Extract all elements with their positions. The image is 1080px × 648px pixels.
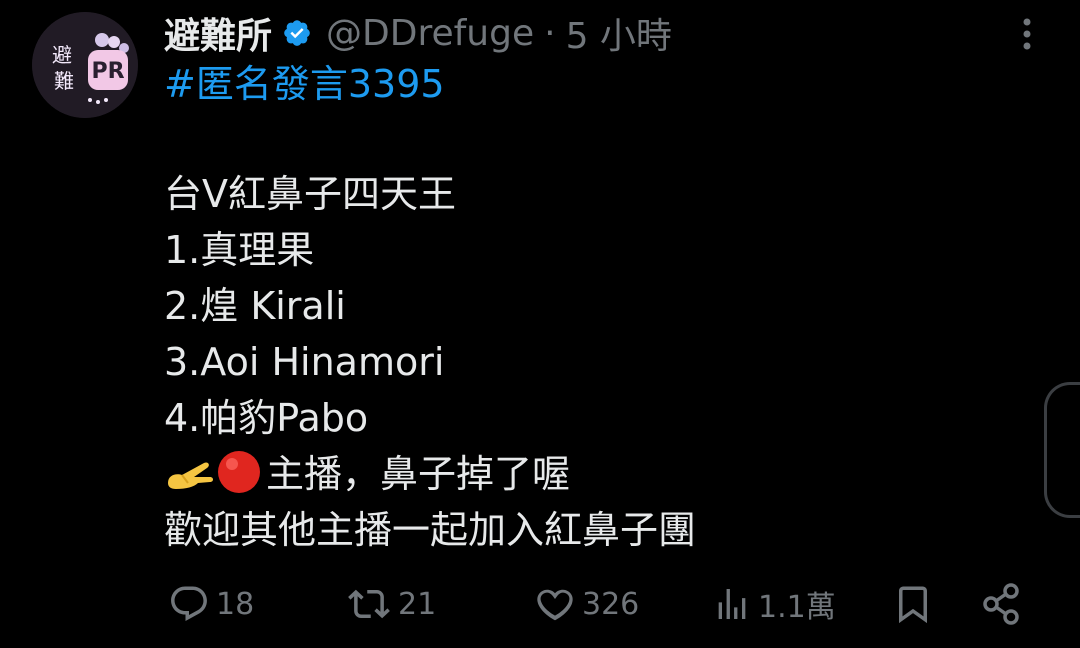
tweet-line-2: 1.真理果 — [164, 228, 315, 272]
like-button[interactable]: 326 — [534, 575, 639, 633]
heart-icon — [534, 583, 576, 625]
tweet-action-bar: 18 21 326 1.1萬 — [0, 575, 1080, 633]
edge-panel-handle[interactable] — [1044, 382, 1080, 518]
tweet-text: 台V紅鼻子四天王 1.真理果 2.煌 Kirali 3.Aoi Hinamori… — [164, 166, 696, 558]
avatar-letters: PR — [91, 59, 124, 84]
tweet-line-3: 2.煌 Kirali — [164, 284, 346, 328]
views-chart-icon — [712, 583, 752, 625]
separator-dot: · — [544, 12, 556, 54]
retweet-button[interactable]: 21 — [346, 575, 436, 633]
tweet-header: 避難所 @DDrefuge · 5 小時 — [164, 8, 672, 58]
pointing-hand-emoji-icon — [164, 452, 216, 492]
verified-badge-icon — [282, 18, 312, 48]
bookmark-icon — [892, 582, 934, 626]
display-name[interactable]: 避難所 — [164, 7, 272, 59]
tweet-line-6: 主播，鼻子掉了喔 — [164, 446, 696, 502]
red-circle-emoji-icon — [216, 449, 262, 495]
views-count: 1.1萬 — [758, 590, 836, 625]
views-button[interactable]: 1.1萬 — [712, 575, 836, 633]
reply-count: 18 — [216, 586, 255, 622]
share-button[interactable] — [980, 575, 1022, 633]
like-count: 326 — [582, 586, 640, 622]
tweet-line-1: 台V紅鼻子四天王 — [164, 172, 456, 216]
retweet-count: 21 — [398, 586, 437, 622]
reply-icon — [168, 583, 210, 625]
retweet-icon — [346, 583, 392, 625]
avatar[interactable]: PR 避 難 — [32, 12, 138, 118]
timestamp[interactable]: 5 小時 — [566, 7, 672, 59]
hashtag-link[interactable]: #匿名發言3395 — [164, 58, 445, 110]
tweet-line-7: 歡迎其他主播一起加入紅鼻子團 — [164, 508, 697, 552]
reply-button[interactable]: 18 — [168, 575, 254, 633]
tweet-line-5: 4.帕豹Pabo — [164, 396, 369, 440]
more-vertical-icon[interactable] — [1012, 14, 1042, 54]
avatar-char-1: 避 — [52, 43, 72, 67]
bookmark-button[interactable] — [892, 575, 934, 633]
user-handle[interactable]: @DDrefuge — [326, 13, 534, 54]
avatar-char-2: 難 — [54, 69, 74, 93]
tweet-line-4: 3.Aoi Hinamori — [164, 340, 445, 384]
share-icon — [980, 582, 1022, 626]
tweet-line-6-text: 主播，鼻子掉了喔 — [266, 452, 571, 496]
avatar-image: PR 避 難 — [32, 12, 138, 118]
